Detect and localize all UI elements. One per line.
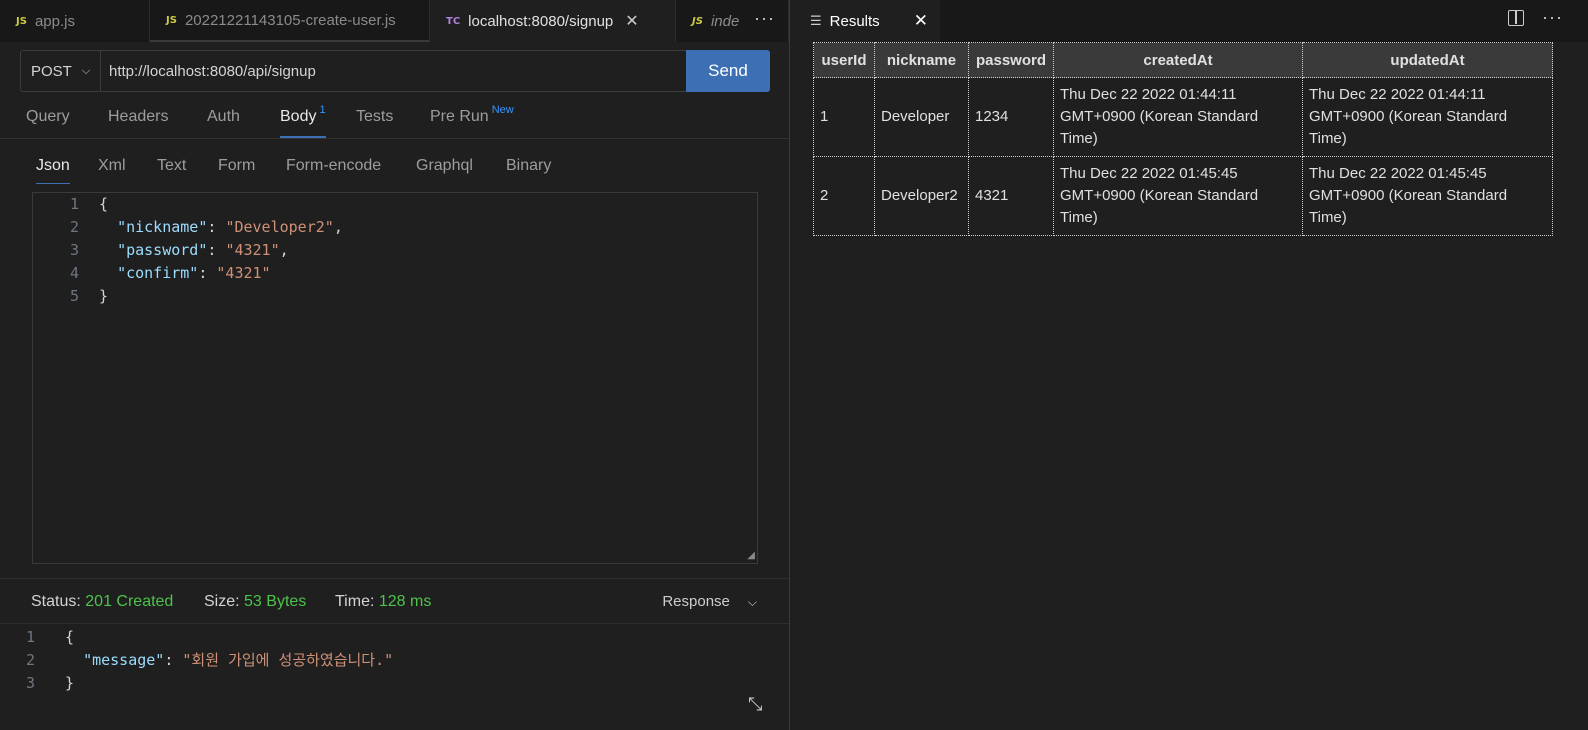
editor-tab-label: inde <box>710 12 740 30</box>
json-body-editor[interactable]: 1{ 2 "nickname": "Developer2", 3 "passwo… <box>32 192 758 564</box>
code-line: 2 "message": "회원 가입에 성공하였습니다." <box>25 651 394 669</box>
tab-results-label: Results <box>829 12 880 30</box>
tab-form-encode[interactable]: Form-encode <box>286 157 381 175</box>
tab-json-label: Json <box>36 157 70 174</box>
column-header: password <box>968 42 1054 78</box>
table-cell: 4321 <box>968 156 1054 236</box>
body-type-tabs: Json Xml Text Form Form-encode Graphql B… <box>0 150 789 184</box>
tab-xml[interactable]: Xml <box>98 157 126 175</box>
results-pane: ☰ Results ✕ ··· userId nickname password… <box>790 0 1588 730</box>
tab-pre-run-label: Pre Run <box>430 108 489 125</box>
editor-tab-migration[interactable]: JS 20221221143105-create-user.js <box>150 0 430 42</box>
chevron-down-icon: ⌵ <box>81 64 91 77</box>
thunder-client-icon: TC <box>446 15 461 27</box>
tab-results[interactable]: ☰ Results ✕ <box>790 0 940 42</box>
response-view-select[interactable]: Response ⌵ <box>662 593 757 610</box>
chevron-down-icon: ⌵ <box>747 595 757 609</box>
thunder-client-pane: JS app.js JS 20221221143105-create-user.… <box>0 0 789 730</box>
table-cell: Developer <box>874 77 969 157</box>
js-file-icon: JS <box>166 14 177 26</box>
close-icon[interactable]: ✕ <box>914 11 928 31</box>
table-row: 1 Developer 1234 Thu Dec 22 2022 01:44:1… <box>813 77 1553 157</box>
tab-auth[interactable]: Auth <box>207 108 240 126</box>
resize-handle-icon[interactable]: ◢ <box>747 550 755 561</box>
column-header: userId <box>813 42 875 78</box>
table-cell: 1 <box>813 77 875 157</box>
code-line: 2 "nickname": "Developer2", <box>69 218 343 236</box>
results-table: userId nickname password createdAt updat… <box>813 42 1553 236</box>
editor-tab-bar: JS app.js JS 20221221143105-create-user.… <box>0 0 789 42</box>
tab-query[interactable]: Query <box>26 108 70 126</box>
tab-pre-run[interactable]: Pre Run New <box>430 104 514 126</box>
code-line: 3 "password": "4321", <box>69 241 289 259</box>
results-tab-bar: ☰ Results ✕ ··· <box>790 0 1588 42</box>
response-status-bar: Status: 201 Created Size: 53 Bytes Time:… <box>0 578 789 624</box>
body-count-badge: 1 <box>319 104 326 116</box>
code-line: 5} <box>69 287 109 305</box>
table-header-row: userId nickname password createdAt updat… <box>813 42 1553 78</box>
response-body-viewer: 1{ 2 "message": "회원 가입에 성공하였습니다." 3} <box>0 626 789 695</box>
expand-icon[interactable]: ⤡ <box>748 694 762 715</box>
tab-body[interactable]: Body 1 <box>280 104 326 138</box>
request-tabs: Query Headers Auth Body 1 Tests Pre Run Ne… <box>0 100 789 139</box>
close-icon[interactable]: ✕ <box>625 11 638 31</box>
code-line: 3} <box>25 674 75 692</box>
table-cell: Thu Dec 22 2022 01:44:11 GMT+0900 (Korea… <box>1302 77 1553 157</box>
code-line: 1{ <box>69 195 109 213</box>
method-value: POST <box>31 62 72 80</box>
more-actions-icon[interactable]: ··· <box>1542 7 1563 28</box>
status-badge: 201 Created <box>85 593 174 610</box>
tab-binary[interactable]: Binary <box>506 157 551 175</box>
table-cell: 2 <box>813 156 875 236</box>
column-header: updatedAt <box>1302 42 1553 78</box>
tab-form[interactable]: Form <box>218 157 255 175</box>
editor-tab-label: app.js <box>34 12 75 30</box>
js-file-icon: JS <box>692 15 703 27</box>
time-info: Time: 128 ms <box>335 593 432 610</box>
table-cell: Thu Dec 22 2022 01:45:45 GMT+0900 (Korea… <box>1302 156 1553 236</box>
table-cell: Developer2 <box>874 156 969 236</box>
url-input[interactable]: http://localhost:8080/api/signup <box>101 51 686 91</box>
tab-tests[interactable]: Tests <box>356 108 393 126</box>
table-cell: Thu Dec 22 2022 01:44:11 GMT+0900 (Korea… <box>1053 77 1303 157</box>
split-editor-icon[interactable] <box>1508 10 1524 26</box>
send-button[interactable]: Send <box>686 50 770 92</box>
method-select[interactable]: POST ⌵ <box>21 51 101 91</box>
table-row: 2 Developer2 4321 Thu Dec 22 2022 01:45:… <box>813 156 1553 236</box>
status-info: Status: 201 Created <box>31 593 174 610</box>
editor-tab-app-js[interactable]: JS app.js <box>0 0 150 42</box>
editor-tab-signup-request[interactable]: TC localhost:8080/signup ✕ <box>430 0 676 42</box>
column-header: nickname <box>874 42 969 78</box>
column-header: createdAt <box>1053 42 1303 78</box>
active-tab-indicator <box>280 136 326 138</box>
request-url-bar: POST ⌵ http://localhost:8080/api/signup … <box>20 50 770 92</box>
more-actions-icon[interactable]: ··· <box>746 8 775 29</box>
new-badge: New <box>491 104 514 116</box>
tab-body-label: Body <box>280 108 317 125</box>
active-tab-indicator <box>36 183 70 184</box>
tab-json[interactable]: Json <box>36 157 70 184</box>
table-cell: 1234 <box>968 77 1054 157</box>
code-line: 4 "confirm": "4321" <box>69 264 271 282</box>
tab-graphql[interactable]: Graphql <box>416 157 473 175</box>
code-line: 1{ <box>25 628 75 646</box>
size-info: Size: 53 Bytes <box>204 593 307 610</box>
list-icon: ☰ <box>810 13 822 28</box>
tab-text[interactable]: Text <box>157 157 186 175</box>
tab-headers[interactable]: Headers <box>108 108 168 126</box>
editor-tab-label: 20221221143105-create-user.js <box>184 11 396 29</box>
table-cell: Thu Dec 22 2022 01:45:45 GMT+0900 (Korea… <box>1053 156 1303 236</box>
js-file-icon: JS <box>16 15 27 27</box>
editor-tab-label: localhost:8080/signup <box>468 12 614 30</box>
